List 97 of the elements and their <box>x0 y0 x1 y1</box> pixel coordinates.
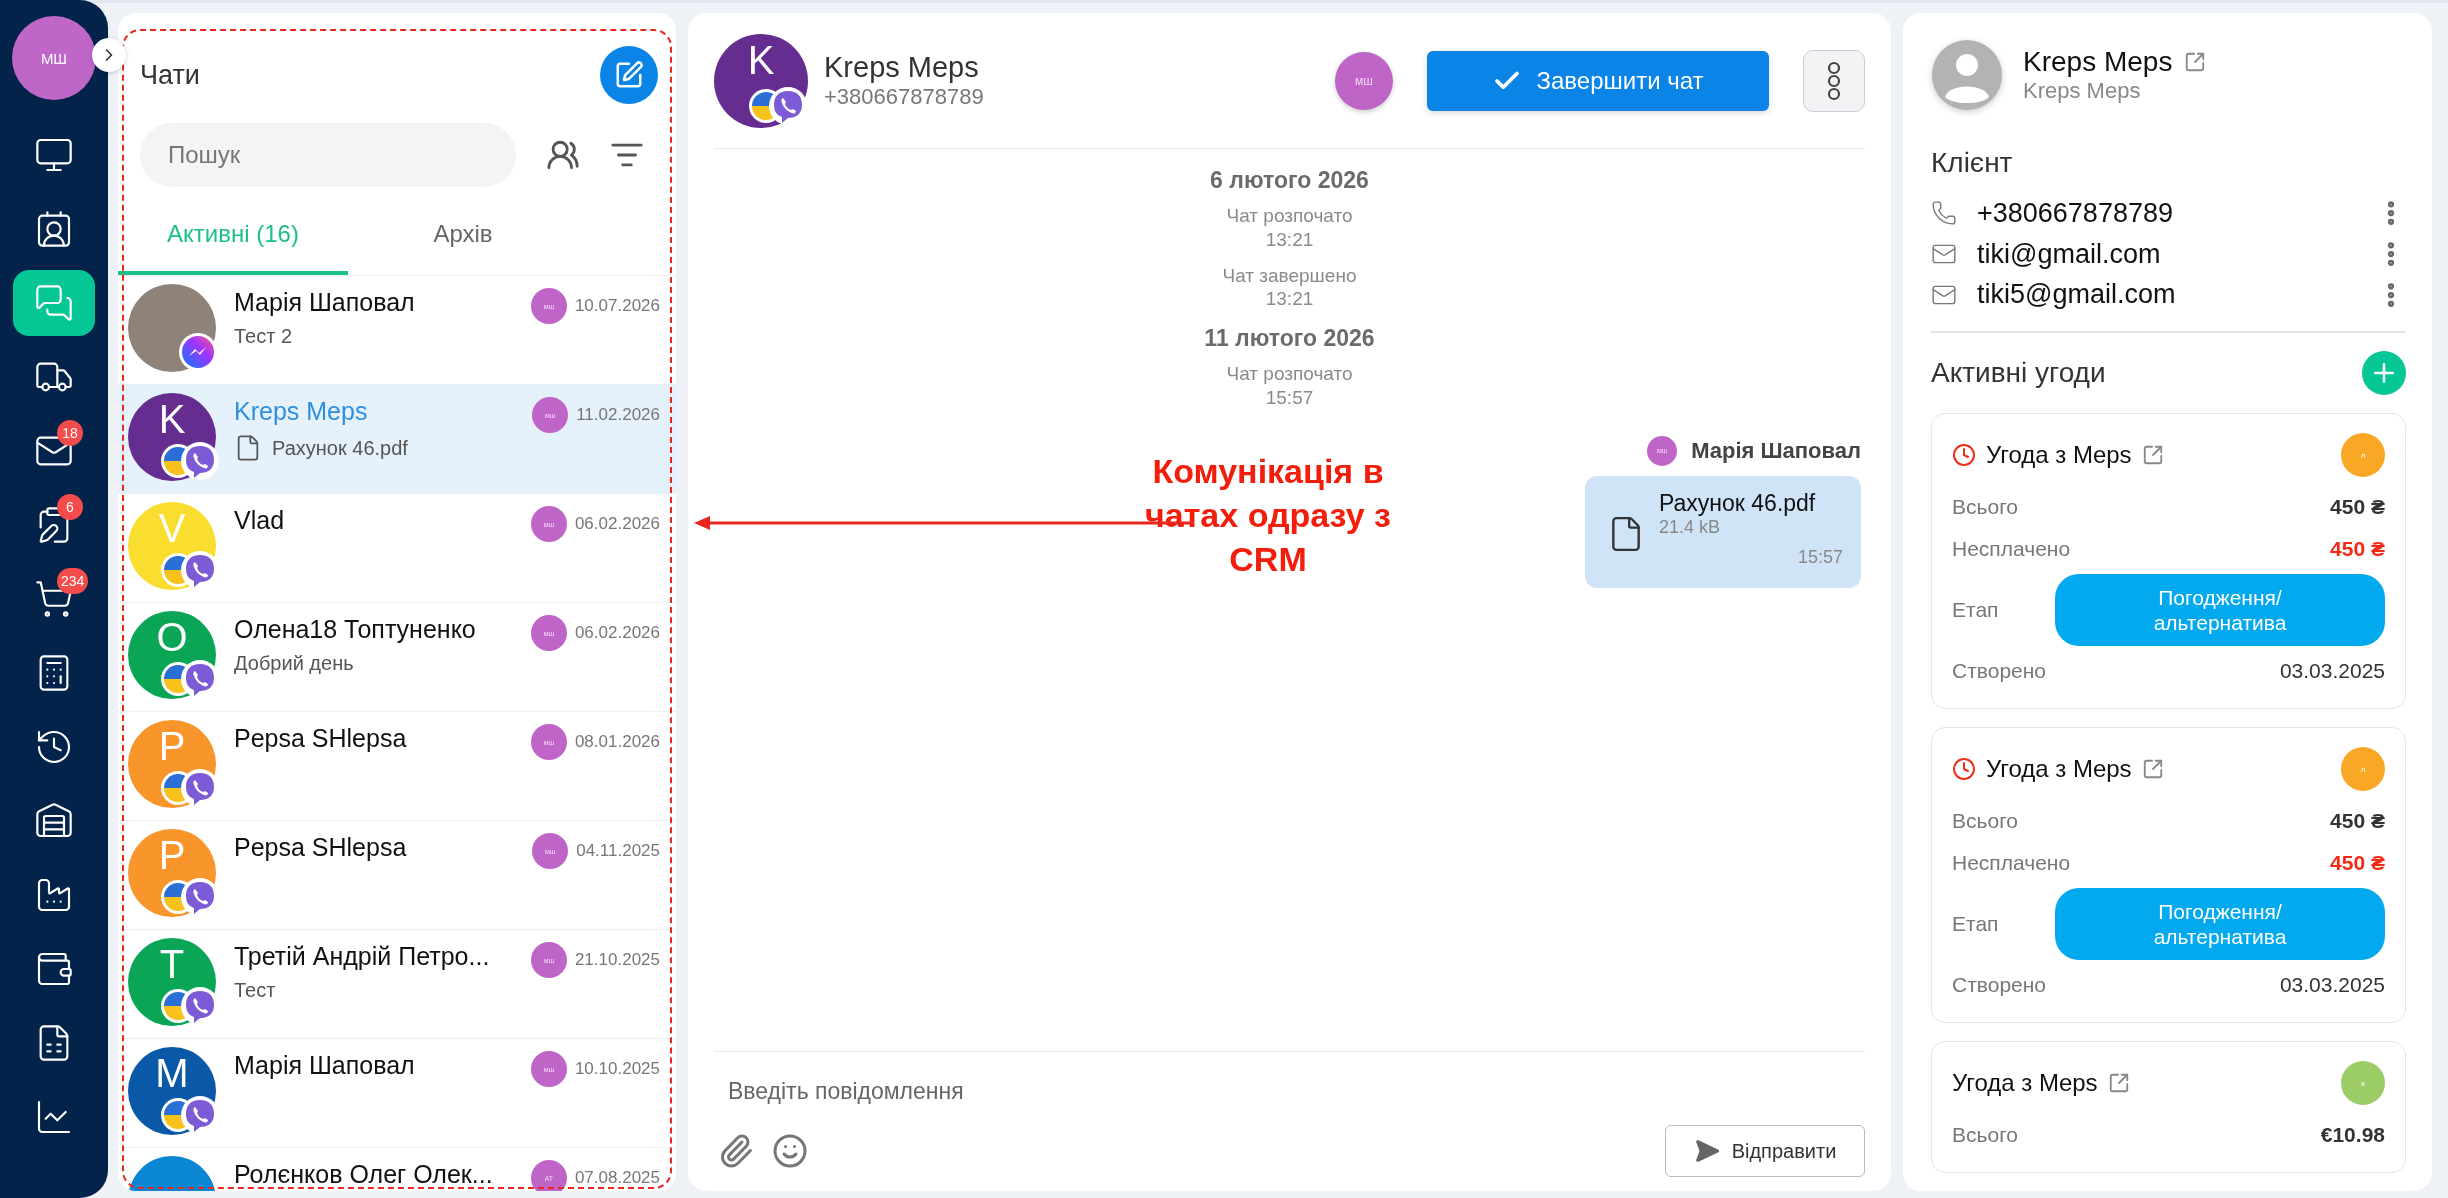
contact-subtitle: Kreps Meps <box>2023 78 2142 104</box>
field-label: Створено <box>1952 659 2047 683</box>
message-time: 15:57 <box>1796 547 1843 569</box>
contact-value: +380667878789 <box>1977 197 2174 229</box>
contact-name: Третій Андрій Петро... <box>234 942 491 971</box>
expand-button[interactable] <box>92 38 126 72</box>
deal-title[interactable]: Угода з Meps <box>1952 1069 2098 1097</box>
field-value: 450 ₴ <box>2330 809 2385 833</box>
chat-date: 10.07.2026 <box>574 296 660 316</box>
contact-value: tiki5@gmail.com <box>1977 279 2177 311</box>
sender-name: Марія Шаповал <box>1691 437 1861 464</box>
chat-date: 06.02.2026 <box>574 623 660 643</box>
message-preview: Тест 2 <box>234 325 293 348</box>
system-event: Чат розпочато <box>1226 204 1353 228</box>
viber-icon <box>180 441 220 481</box>
field-value: 03.03.2025 <box>2279 973 2385 997</box>
file-message[interactable]: Рахунок 46.pdf 21.4 kB 15:57 <box>1585 475 1861 588</box>
system-event: Чат завершено <box>1222 263 1357 288</box>
contact-phone: +380667878789 <box>824 84 985 110</box>
event-time: 13:21 <box>1264 227 1315 252</box>
owner-avatar: л <box>2341 433 2385 477</box>
chats-nav-button[interactable] <box>13 270 95 336</box>
field-label: Несплачено <box>1952 537 2071 561</box>
send-icon <box>1693 1138 1720 1164</box>
mail-nav-button[interactable]: 18 <box>13 418 95 484</box>
field-value: 450 ₴ <box>2330 495 2385 519</box>
chat-date: 04.11.2025 <box>576 841 660 861</box>
field-label: Всього <box>1952 1123 2018 1147</box>
chat-date: 11.02.2026 <box>576 405 660 425</box>
contact-name: Kreps Meps <box>2023 46 2173 78</box>
count-badge: 234 <box>57 568 89 594</box>
external-link-icon[interactable] <box>2141 444 2164 466</box>
message-preview: Тест <box>234 979 276 1002</box>
file-size: 21.4 kB <box>1659 516 1722 538</box>
users-icon[interactable] <box>546 138 580 172</box>
owner-avatar: к <box>2341 1061 2385 1105</box>
count-badge: 6 <box>57 494 83 520</box>
section-title: Активні угоди <box>1931 357 2106 389</box>
count-badge: 18 <box>57 420 83 446</box>
emoji-icon[interactable] <box>772 1133 808 1169</box>
field-value: 450 ₴ <box>2330 851 2385 875</box>
send-button[interactable]: Відправити <box>1665 1125 1865 1177</box>
field-value: 450 ₴ <box>2330 537 2385 561</box>
chat-date: 06.02.2026 <box>574 514 660 534</box>
field-label: Всього <box>1952 495 2018 519</box>
external-link-icon[interactable] <box>2184 51 2207 73</box>
chat-bubbles-icon <box>34 283 74 323</box>
message-preview: Добрий день <box>234 652 354 675</box>
contact-name: Марія Шаповал <box>234 288 416 317</box>
contact-name: Vlad <box>234 506 286 535</box>
user-avatar[interactable]: МШ <box>12 16 96 100</box>
chat-date: 07.08.2025 <box>574 1168 660 1188</box>
external-link-icon[interactable] <box>2141 758 2164 780</box>
date-separator: 11 лютого 2026 <box>1204 325 1375 352</box>
contact-name: Марія Шаповал <box>234 1051 416 1080</box>
tasks-nav-button[interactable]: 6 <box>13 492 95 558</box>
field-label: Етап <box>1952 912 1999 936</box>
chat-date: 08.01.2026 <box>574 732 660 752</box>
field-label: Всього <box>1952 809 2018 833</box>
owner-avatar: л <box>2341 747 2385 791</box>
field-label: Створено <box>1952 973 2047 997</box>
tab[interactable]: Архів <box>348 197 578 275</box>
chat-date: 10.10.2025 <box>574 1059 660 1079</box>
field-label: Несплачено <box>1952 851 2071 875</box>
field-value: 03.03.2025 <box>2279 659 2385 683</box>
finish-chat-button[interactable]: Завершити чат <box>1427 50 1769 111</box>
file-name: Рахунок 46.pdf <box>1659 489 1817 517</box>
cart-nav-button[interactable]: 234 <box>13 566 95 632</box>
phone-icon <box>1931 200 1957 227</box>
contact-name: Pepsa SHlepsa <box>234 724 408 753</box>
paperclip-icon[interactable] <box>718 1133 754 1169</box>
pen-icon <box>614 60 644 90</box>
system-event: Чат розпочато <box>1226 362 1353 386</box>
field-value: €10.98 <box>2320 1123 2385 1147</box>
more-button[interactable] <box>1803 49 1865 112</box>
more-icon <box>1826 60 1842 101</box>
contact-name: Kreps Meps <box>824 51 980 84</box>
section-title: Клієнт <box>1931 147 2014 179</box>
deal-title[interactable]: Угода з Meps <box>1986 755 2132 783</box>
chat-date: 21.10.2025 <box>574 950 660 970</box>
field-label: Етап <box>1952 598 1999 622</box>
external-link-icon[interactable] <box>2107 1072 2130 1094</box>
event-time: 15:57 <box>1264 385 1315 410</box>
file-name: Рахунок 46.pdf <box>272 436 408 460</box>
panel-title: Чати <box>140 59 200 91</box>
compose-button[interactable] <box>600 46 658 104</box>
contact-name: Олена18 Топтуненко <box>234 615 477 644</box>
event-time: 13:21 <box>1264 287 1315 311</box>
contact-value: tiki@gmail.com <box>1977 238 2162 270</box>
contact-name: Pepsa SHlepsa <box>234 833 408 862</box>
date-separator: 6 лютого 2026 <box>1210 167 1369 194</box>
viber-icon <box>768 85 808 126</box>
contact-name: Ролєнков Олег Олек... <box>234 1160 494 1189</box>
search-field[interactable]: Пошук <box>140 123 516 187</box>
person-silhouette-icon <box>1931 39 2003 111</box>
deal-title[interactable]: Угода з Meps <box>1986 441 2132 469</box>
contact-name: Kreps Meps <box>234 397 369 426</box>
